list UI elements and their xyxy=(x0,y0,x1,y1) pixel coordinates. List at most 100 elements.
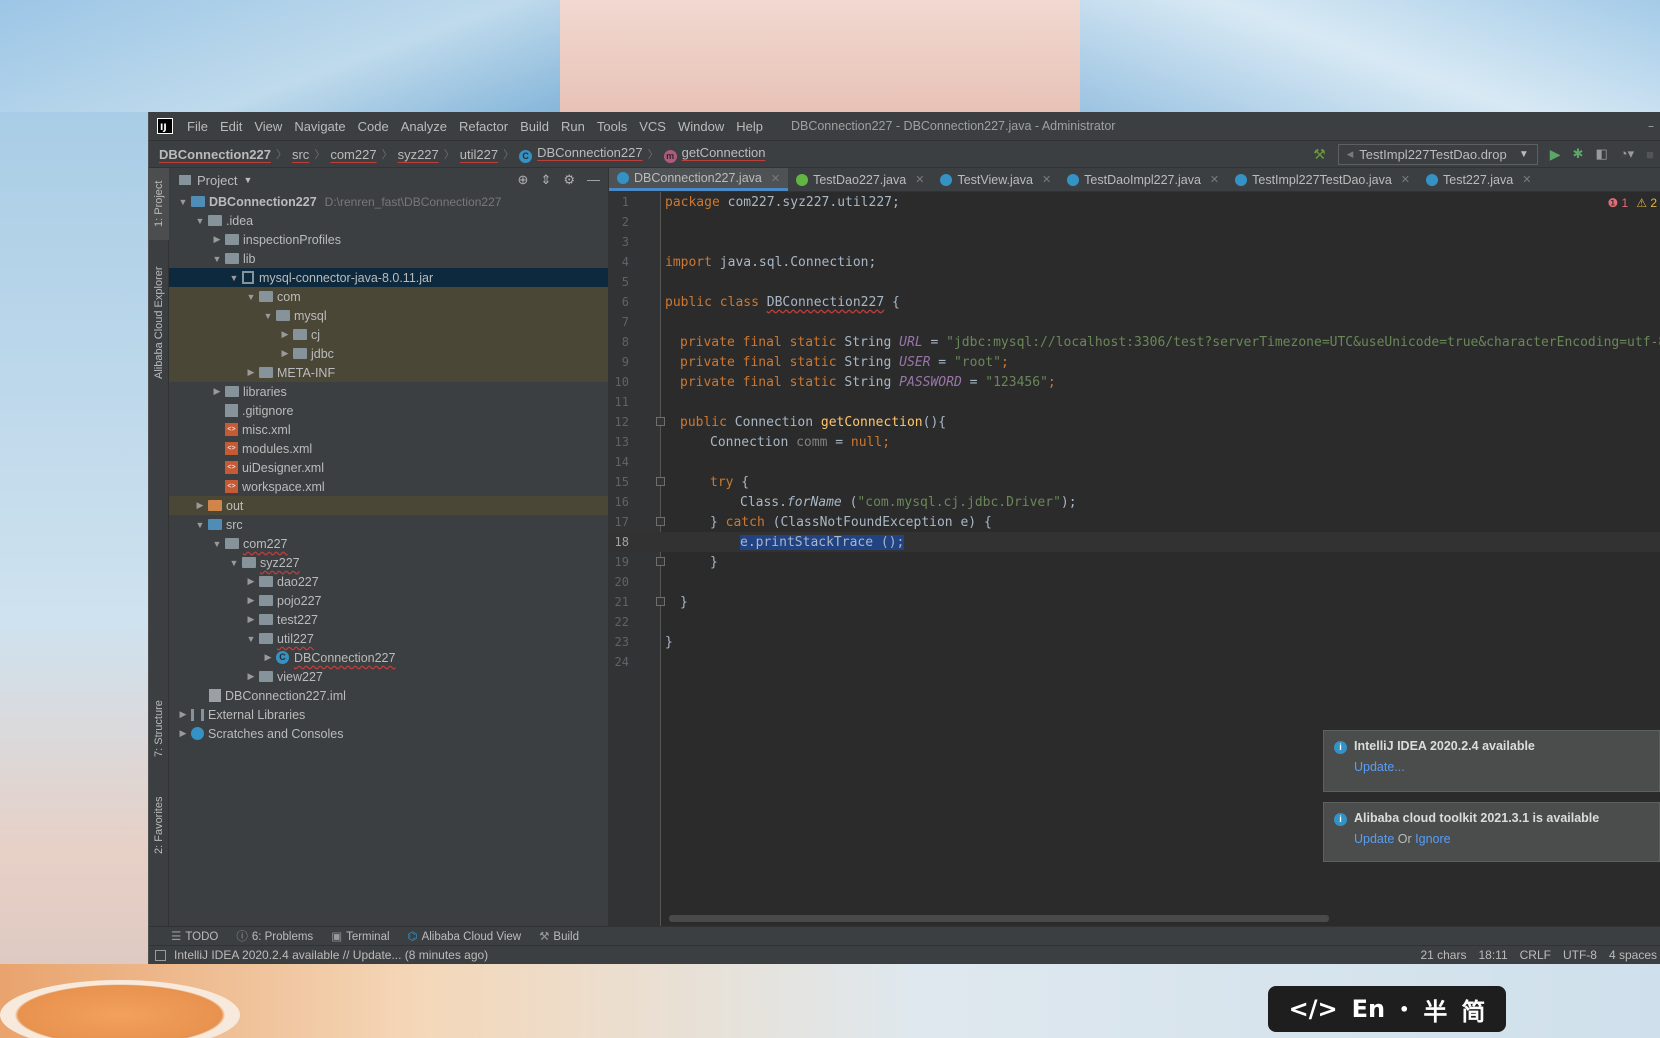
breadcrumb-com227[interactable]: com227 xyxy=(330,147,376,162)
build-hammer-icon[interactable]: ⚒ xyxy=(1313,146,1326,163)
tree-item[interactable]: ▶ External Libraries xyxy=(169,705,608,724)
fold-marker-icon[interactable] xyxy=(656,417,665,426)
tree-item[interactable]: ▶ META-INF xyxy=(169,363,608,382)
tree-item[interactable]: ▼ DBConnection227 D:\renren_fast\DBConnect… xyxy=(169,192,608,211)
tree-item[interactable]: ▶ C DBConnection227 xyxy=(169,648,608,667)
tree-item[interactable]: ▶ inspectionProfiles xyxy=(169,230,608,249)
ime-simplified[interactable]: 简 xyxy=(1461,992,1485,1027)
tool-window-terminal[interactable]: ▣ Terminal xyxy=(331,929,389,943)
tab-alibaba-cloud-explorer[interactable]: Alibaba Cloud Explorer xyxy=(149,248,169,398)
tool-window-problems[interactable]: ⓘ 6: Problems xyxy=(236,928,313,944)
menu-refactor[interactable]: Refactor xyxy=(453,119,514,134)
tree-item[interactable]: ▼ mysql xyxy=(169,306,608,325)
editor-tab-testdaoimpl[interactable]: TestDaoImpl227.java ✕ xyxy=(1059,168,1227,191)
tree-item[interactable]: ▶ dao227 xyxy=(169,572,608,591)
run-configuration-select[interactable]: ◂ TestImpl227TestDao.drop ▼ xyxy=(1337,143,1538,165)
horizontal-scrollbar[interactable] xyxy=(669,915,1329,922)
locate-icon[interactable]: ⊕ xyxy=(518,172,529,188)
run-icon[interactable]: ▶ xyxy=(1550,146,1561,163)
tree-item[interactable]: ▼ com227 xyxy=(169,534,608,553)
menu-window[interactable]: Window xyxy=(672,119,730,134)
tree-item[interactable]: ▼ src xyxy=(169,515,608,534)
tree-item[interactable]: <> misc.xml xyxy=(169,420,608,439)
breadcrumb-src[interactable]: src xyxy=(292,147,309,162)
collapse-all-icon[interactable]: ⇕ xyxy=(540,172,551,188)
stop-icon[interactable]: ■ xyxy=(1646,147,1654,162)
editor-tab-testimpl[interactable]: TestImpl227TestDao.java ✕ xyxy=(1227,168,1418,191)
menu-file[interactable]: File xyxy=(181,119,214,134)
editor-tab-dbconnection[interactable]: DBConnection227.java ✕ xyxy=(609,168,789,191)
status-line-separator[interactable]: CRLF xyxy=(1520,948,1551,962)
breadcrumb-util227[interactable]: util227 xyxy=(460,147,498,162)
close-icon[interactable]: ✕ xyxy=(1042,173,1051,186)
tree-item[interactable]: ▶ libraries xyxy=(169,382,608,401)
hide-icon[interactable]: — xyxy=(587,172,600,188)
selected-text[interactable]: e.printStackTrace (); xyxy=(740,534,905,550)
tool-window-todo[interactable]: ☰ TODO xyxy=(171,929,218,943)
close-icon[interactable]: ✕ xyxy=(1401,173,1410,186)
ime-punctuation[interactable]: • xyxy=(1399,1000,1409,1019)
editor-tab-test227[interactable]: Test227.java ✕ xyxy=(1418,168,1539,191)
profile-icon[interactable]: ◔▾ xyxy=(1620,146,1634,162)
tree-item[interactable]: ▼ com xyxy=(169,287,608,306)
minimize-button[interactable]: – xyxy=(1648,119,1654,133)
gear-icon[interactable]: ⚙ xyxy=(563,172,575,188)
breadcrumb-method[interactable]: m getConnection xyxy=(663,145,765,163)
menu-vcs[interactable]: VCS xyxy=(633,119,672,134)
tree-item[interactable]: ▶ view227 xyxy=(169,667,608,686)
breadcrumb-syz227[interactable]: syz227 xyxy=(398,147,439,162)
breadcrumb-class[interactable]: C DBConnection227 xyxy=(519,145,643,163)
tab-project[interactable]: 1: Project xyxy=(149,168,169,240)
status-message[interactable]: IntelliJ IDEA 2020.2.4 available // Upda… xyxy=(174,948,488,962)
fold-marker-icon[interactable] xyxy=(656,477,665,486)
notification-ignore-link[interactable]: Ignore xyxy=(1415,832,1450,846)
menu-run[interactable]: Run xyxy=(555,119,591,134)
menu-build[interactable]: Build xyxy=(514,119,555,134)
tree-item[interactable]: <> uiDesigner.xml xyxy=(169,458,608,477)
status-toggle-icon[interactable] xyxy=(155,949,166,961)
tool-window-alibaba-cloud-view[interactable]: ⌬ Alibaba Cloud View xyxy=(408,929,522,943)
tree-item[interactable]: ▶ test227 xyxy=(169,610,608,629)
notification-update-link[interactable]: Update... xyxy=(1354,760,1649,774)
tab-structure[interactable]: 7: Structure xyxy=(149,688,169,770)
menu-view[interactable]: View xyxy=(248,119,288,134)
tree-item[interactable]: ▼ lib xyxy=(169,249,608,268)
tree-item[interactable]: ▶ out xyxy=(169,496,608,515)
close-icon[interactable]: ✕ xyxy=(771,172,780,185)
tree-item[interactable]: ▶ cj xyxy=(169,325,608,344)
breadcrumb-project[interactable]: DBConnection227 xyxy=(159,147,271,162)
menu-help[interactable]: Help xyxy=(730,119,769,134)
tree-item[interactable]: DBConnection227.iml xyxy=(169,686,608,705)
coverage-icon[interactable]: ◧ xyxy=(1595,146,1607,162)
menu-tools[interactable]: Tools xyxy=(591,119,633,134)
status-indent[interactable]: 4 spaces xyxy=(1609,948,1657,962)
tool-window-build[interactable]: ⚒ Build xyxy=(539,929,579,943)
status-caret-position[interactable]: 18:11 xyxy=(1478,948,1507,962)
fold-marker-icon[interactable] xyxy=(656,557,665,566)
editor-tab-testdao[interactable]: TestDao227.java ✕ xyxy=(788,168,932,191)
tree-item[interactable]: ▶ Scratches and Consoles xyxy=(169,724,608,743)
close-icon[interactable]: ✕ xyxy=(1522,173,1531,186)
tab-favorites[interactable]: 2: Favorites xyxy=(149,783,169,867)
ime-language[interactable]: En xyxy=(1352,995,1385,1023)
menu-code[interactable]: Code xyxy=(352,119,395,134)
tree-item[interactable]: ▶ jdbc xyxy=(169,344,608,363)
fold-marker-icon[interactable] xyxy=(656,597,665,606)
fold-marker-icon[interactable] xyxy=(656,517,665,526)
ime-code-icon[interactable]: </> xyxy=(1289,995,1338,1023)
tree-item[interactable]: ▼ util227 xyxy=(169,629,608,648)
notification-update-link[interactable]: Update xyxy=(1354,832,1394,846)
menu-edit[interactable]: Edit xyxy=(214,119,248,134)
editor-tab-testview[interactable]: TestView.java ✕ xyxy=(932,168,1059,191)
tree-item-selected[interactable]: ▼ mysql-connector-java-8.0.11.jar xyxy=(169,268,608,287)
tree-item[interactable]: <> modules.xml xyxy=(169,439,608,458)
menu-navigate[interactable]: Navigate xyxy=(288,119,351,134)
tree-item[interactable]: ▶ pojo227 xyxy=(169,591,608,610)
tree-item[interactable]: .gitignore xyxy=(169,401,608,420)
project-view-select[interactable]: Project xyxy=(197,173,237,188)
close-icon[interactable]: ✕ xyxy=(1210,173,1219,186)
close-icon[interactable]: ✕ xyxy=(915,173,924,186)
menu-analyze[interactable]: Analyze xyxy=(395,119,453,134)
tree-item[interactable]: ▼ syz227 xyxy=(169,553,608,572)
ime-half-width[interactable]: 半 xyxy=(1423,992,1447,1027)
